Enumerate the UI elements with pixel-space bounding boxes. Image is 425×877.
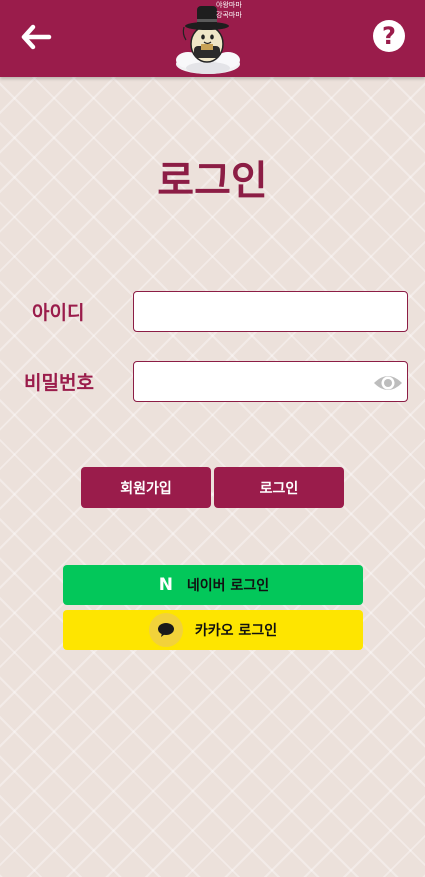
login-button-label: 로그인 xyxy=(259,480,299,497)
logo-caption-line2: 강곡마마 xyxy=(216,11,242,19)
logo-caption: 야왕마마 강곡마마 xyxy=(216,0,246,20)
toggle-password-visibility-button[interactable] xyxy=(373,370,403,396)
arrow-left-icon xyxy=(21,24,52,50)
naver-login-label: 네이버 로그인 xyxy=(186,578,270,594)
kakao-login-label: 카카오 로그인 xyxy=(194,623,278,639)
naver-icon: N xyxy=(158,575,174,595)
logo-caption-line1: 야왕마마 xyxy=(216,1,242,9)
kakao-chat-icon xyxy=(148,613,183,647)
page-title: 로그인 xyxy=(157,158,268,204)
top-app-bar: 야왕마마 강곡마마 ? xyxy=(0,0,425,77)
password-label: 비밀번호 xyxy=(24,372,94,394)
password-input[interactable] xyxy=(133,361,408,402)
eye-icon xyxy=(374,376,402,390)
mascot-logo: 야왕마마 강곡마마 xyxy=(172,0,244,77)
login-button[interactable]: 로그인 xyxy=(214,467,344,508)
back-button[interactable] xyxy=(18,20,54,54)
kakao-login-button[interactable]: 카카오 로그인 xyxy=(63,610,363,650)
signup-button-label: 회원가입 xyxy=(120,480,172,497)
help-button[interactable]: ? xyxy=(373,20,405,52)
naver-login-button[interactable]: N 네이버 로그인 xyxy=(63,565,363,605)
signup-button[interactable]: 회원가입 xyxy=(81,467,211,508)
id-label: 아이디 xyxy=(32,302,85,324)
id-input[interactable] xyxy=(133,291,408,332)
help-icon: ? xyxy=(382,22,396,50)
